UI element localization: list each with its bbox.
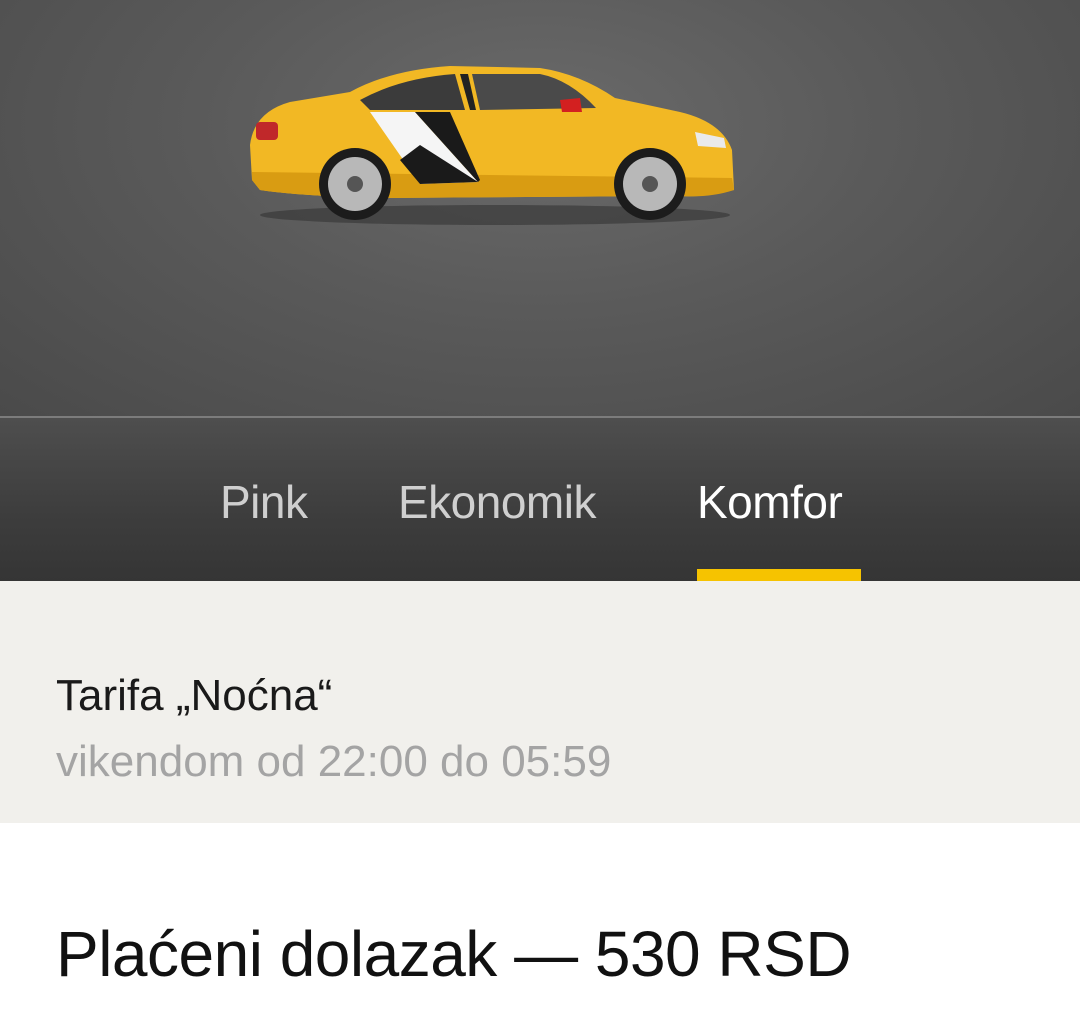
tab-komfor[interactable]: Komfor bbox=[697, 474, 843, 530]
pricing-section: Plaćeni dolazak — 530 RSD bbox=[0, 823, 1080, 1009]
tariff-title: Tarifa „Noćna“ bbox=[56, 671, 333, 720]
tab-pink[interactable]: Pink bbox=[220, 474, 308, 530]
car-hero bbox=[0, 0, 1080, 418]
active-tab-indicator bbox=[697, 569, 861, 581]
tariff-tabs: Pink Ekonomik Komfor bbox=[0, 418, 1080, 581]
tariff-info: Tarifa „Noćna“ vikendom od 22:00 do 05:5… bbox=[0, 581, 1080, 823]
tab-ekonomik[interactable]: Ekonomik bbox=[398, 474, 596, 530]
tariff-schedule: vikendom od 22:00 do 05:59 bbox=[56, 737, 612, 786]
taxi-car-image bbox=[240, 50, 750, 230]
paid-arrival-price: Plaćeni dolazak — 530 RSD bbox=[56, 918, 852, 990]
